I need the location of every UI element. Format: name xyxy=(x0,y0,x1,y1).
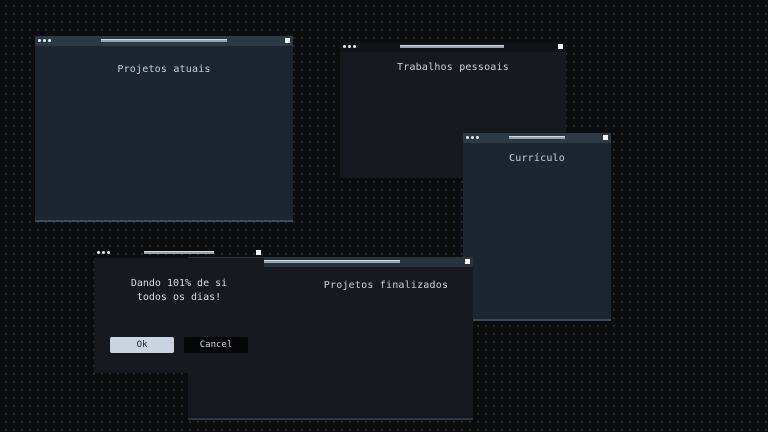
window-controls-dots-icon[interactable] xyxy=(343,45,356,48)
dialog-body: Dando 101% de si todos os dias! Ok Cance… xyxy=(94,258,264,373)
close-icon[interactable] xyxy=(558,44,563,49)
window-resume[interactable]: Currículo xyxy=(463,133,611,321)
close-icon[interactable] xyxy=(285,38,290,43)
drag-handle[interactable] xyxy=(264,260,400,263)
window-body: Projetos atuais xyxy=(35,46,293,222)
drag-handle[interactable] xyxy=(400,45,504,48)
window-title: Projetos finalizados xyxy=(323,280,449,291)
close-icon[interactable] xyxy=(603,135,608,140)
window-titlebar[interactable] xyxy=(340,42,566,52)
window-controls-dots-icon[interactable] xyxy=(97,251,110,254)
window-titlebar[interactable] xyxy=(463,133,611,143)
drag-handle[interactable] xyxy=(509,136,565,139)
window-title: Trabalhos pessoais xyxy=(397,62,509,73)
ok-button[interactable]: Ok xyxy=(110,337,174,353)
window-titlebar[interactable] xyxy=(94,248,264,258)
drag-handle[interactable] xyxy=(144,251,214,254)
window-controls-dots-icon[interactable] xyxy=(466,136,479,139)
cancel-button[interactable]: Cancel xyxy=(184,337,248,353)
window-title: Projetos atuais xyxy=(117,64,211,75)
window-body: Currículo xyxy=(463,143,611,321)
window-controls-dots-icon[interactable] xyxy=(38,39,51,42)
window-titlebar[interactable] xyxy=(35,36,293,46)
window-title: Currículo xyxy=(509,153,565,164)
close-icon[interactable] xyxy=(256,250,261,255)
dialog-window[interactable]: Dando 101% de si todos os dias! Ok Cance… xyxy=(94,248,264,373)
window-current-projects[interactable]: Projetos atuais xyxy=(35,36,293,222)
dialog-message: Dando 101% de si todos os dias! xyxy=(130,278,228,303)
drag-handle[interactable] xyxy=(101,39,227,42)
close-icon[interactable] xyxy=(465,259,470,264)
